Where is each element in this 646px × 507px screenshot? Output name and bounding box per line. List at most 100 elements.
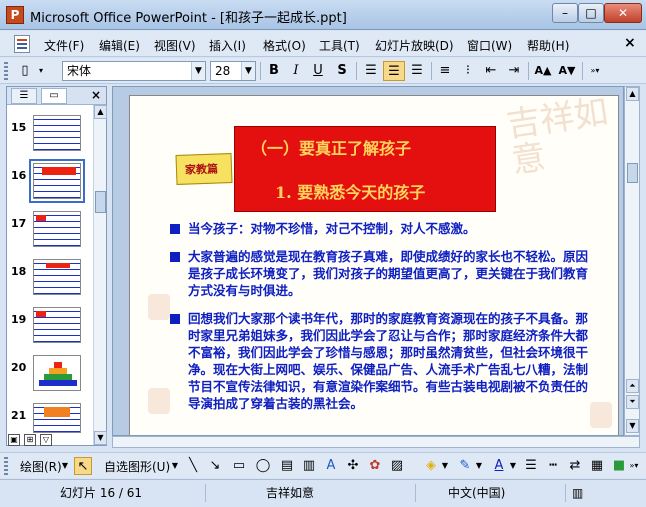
menu-insert[interactable]: 插入(I) [209,37,246,54]
slide-preview[interactable] [33,307,81,343]
scroll-up-icon[interactable]: ▲ [94,105,107,119]
slide-preview[interactable] [33,403,81,433]
menu-file[interactable]: 文件(F) [44,37,84,54]
italic-button[interactable]: I [285,61,307,81]
slide-preview[interactable] [33,355,81,391]
panel-close-icon[interactable]: × [91,88,101,102]
oval-tool-icon[interactable]: ◯ [254,457,272,475]
menu-window[interactable]: 窗口(W) [467,37,512,54]
panel-scroll-thumb[interactable] [95,191,106,213]
chevron-down-icon[interactable]: ▼ [508,457,518,475]
shrink-font-button[interactable]: A▼ [556,61,578,81]
scroll-up-icon[interactable]: ▲ [626,87,639,101]
arrow-tool-icon[interactable]: ↘ [206,457,224,475]
toolbar-grip[interactable] [4,457,8,475]
chevron-down-icon[interactable]: ▼ [440,457,450,475]
menu-format[interactable]: 格式(O) [263,37,306,54]
menu-view[interactable]: 视图(V) [154,37,196,54]
shadow-style-icon[interactable]: ▦ [588,457,606,475]
outline-tab-icon[interactable]: ☰ [11,88,37,104]
draw-menu-button[interactable]: 绘图(R) [20,458,62,475]
chevron-down-icon[interactable]: ▼ [474,457,484,475]
align-center-icon[interactable]: ☰ [383,61,405,81]
bullet-item[interactable]: 大家普遍的感觉是现在教育孩子真难，即使成绩好的家长也不轻松。原因是孩子成长环境变… [170,248,600,299]
next-slide-icon[interactable]: ⏷ [626,395,639,409]
arrow-style-icon[interactable]: ⇄ [566,457,584,475]
chevron-down-icon[interactable]: ▼ [241,62,255,80]
category-badge[interactable]: 家教篇 [175,153,233,185]
slide-preview[interactable] [33,115,81,151]
fill-color-icon[interactable]: ◈ [422,457,440,475]
slide-subtitle[interactable]: 1. 要熟悉今天的孩子 [275,179,425,203]
maximize-button[interactable]: □ [578,3,604,23]
slide-preview[interactable] [33,211,81,247]
wordart-icon[interactable]: A [322,457,340,475]
toolbar-grip[interactable] [4,62,8,80]
toolbar-more-icon[interactable]: »▾ [628,457,640,475]
diagram-icon[interactable]: ✣ [344,457,362,475]
bullet-item[interactable]: 回想我们大家那个读书年代，那时的家庭教育资源现在的孩子不具备。那时家里兄弟姐妹多… [170,310,600,412]
line-style-icon[interactable]: ☰ [522,457,540,475]
font-color-icon[interactable]: A [490,457,508,475]
scroll-down-icon[interactable]: ▼ [626,419,639,433]
close-button[interactable]: ✕ [604,3,642,23]
font-name-select[interactable]: 宋体 ▼ [62,61,206,81]
menu-edit[interactable]: 编辑(E) [99,37,140,54]
panel-scrollbar[interactable]: ▲ ▼ [93,105,107,445]
document-close-icon[interactable]: × [624,35,636,51]
previous-slide-icon[interactable]: ⏶ [626,379,639,393]
toolbar-options-icon[interactable]: ▾ [34,61,48,81]
slide-scroll-thumb[interactable] [627,163,638,183]
powerpoint-app-icon[interactable]: P [6,6,24,24]
clipart-icon[interactable]: ✿ [366,457,384,475]
slideshow-view-icon[interactable]: ▽ [40,434,52,446]
slides-tab-icon[interactable]: ▭ [41,88,67,104]
textbox-tool-icon[interactable]: ▤ [278,457,296,475]
slide-canvas[interactable]: 吉祥如意 （一）要真正了解孩子 1. 要熟悉今天的孩子 家教篇 当今孩子：对物不… [129,95,619,435]
slide-thumbnail-20[interactable]: 20 [7,355,93,395]
picture-icon[interactable]: ▨ [388,457,406,475]
slide-thumbnail-16[interactable]: 16 [7,159,93,203]
slide-title[interactable]: （一）要真正了解孩子 [251,135,411,159]
font-size-select[interactable]: 28 ▼ [210,61,256,81]
increase-indent-icon[interactable]: ⇥ [503,61,525,81]
normal-view-icon[interactable]: ▣ [8,434,20,446]
slide-thumbnail-18[interactable]: 18 [7,259,93,299]
menu-tools[interactable]: 工具(T) [319,37,360,54]
slide-preview-selected[interactable] [29,159,85,203]
document-icon[interactable] [14,35,30,53]
rectangle-tool-icon[interactable]: ▭ [230,457,248,475]
slide-preview[interactable] [33,259,81,295]
toolbar-more-icon[interactable]: »▾ [588,61,602,81]
vertical-textbox-icon[interactable]: ▥ [300,457,318,475]
horizontal-scrollbar[interactable] [112,436,640,448]
chevron-down-icon[interactable]: ▼ [170,457,180,475]
slide-vertical-scrollbar[interactable]: ▲ ⏶ ⏷ ▼ [624,86,640,436]
align-right-icon[interactable]: ☰ [406,61,428,81]
slide-sorter-view-icon[interactable]: ⊞ [24,434,36,446]
text-shadow-button[interactable]: S [331,61,353,81]
numbering-icon[interactable]: ≡ [434,61,456,81]
slide-thumbnail-19[interactable]: 19 [7,307,93,347]
spelling-check-icon[interactable]: ▥ [572,484,602,502]
3d-style-icon[interactable]: ■ [610,457,628,475]
slide-thumbnail-15[interactable]: 15 [7,115,93,155]
slide-thumbnail-17[interactable]: 17 [7,211,93,251]
underline-button[interactable]: U [307,61,329,81]
menu-help[interactable]: 帮助(H) [527,37,569,54]
align-left-icon[interactable]: ☰ [360,61,382,81]
scroll-down-icon[interactable]: ▼ [94,431,107,445]
menu-slideshow[interactable]: 幻灯片放映(D) [375,37,454,54]
bullets-icon[interactable]: ⁝ [457,61,479,81]
chevron-down-icon[interactable]: ▼ [60,457,70,475]
title-box[interactable]: （一）要真正了解孩子 1. 要熟悉今天的孩子 [234,126,496,212]
bullet-item[interactable]: 当今孩子：对物不珍惜，对己不控制，对人不感激。 [170,220,600,237]
select-pointer-icon[interactable]: ↖ [74,457,92,475]
line-tool-icon[interactable]: ╲ [184,457,202,475]
autoshapes-button[interactable]: 自选图形(U) [104,458,170,475]
line-color-icon[interactable]: ✎ [456,457,474,475]
decrease-indent-icon[interactable]: ⇤ [480,61,502,81]
new-document-icon[interactable]: ▯ [14,61,36,81]
dash-style-icon[interactable]: ┅ [544,457,562,475]
minimize-button[interactable]: – [552,3,578,23]
